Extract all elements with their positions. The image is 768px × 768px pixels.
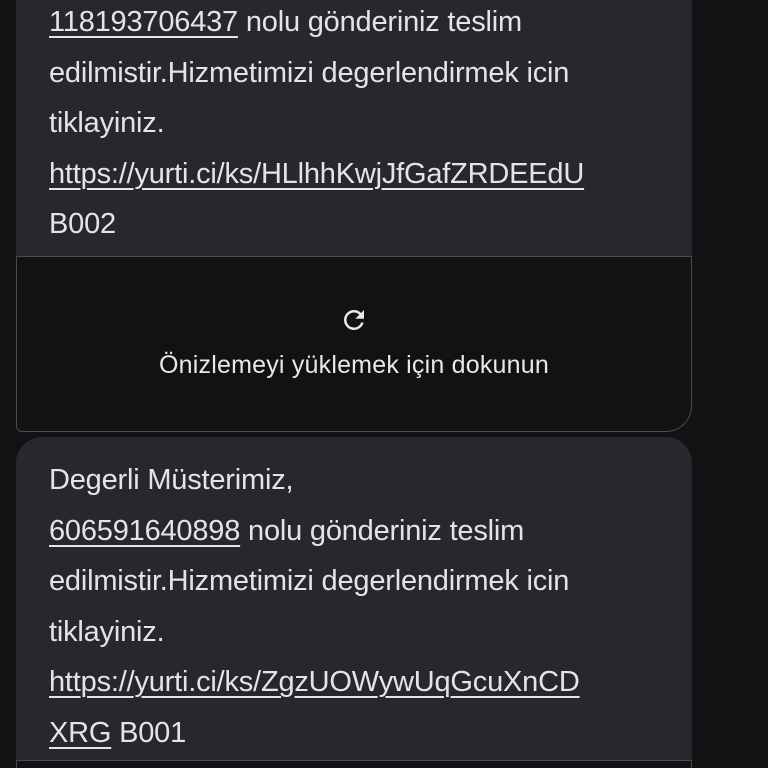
message-line: edilmistir.Hizmetimizi degerlendirmek ic… (49, 56, 570, 89)
refresh-icon (344, 310, 364, 330)
survey-url-link[interactable]: https://yurti.ci/ks/ZgzUOWywUqGcuXnCD (49, 666, 580, 698)
message-line-text: nolu gönderiniz teslim (240, 514, 525, 547)
scrollbar[interactable] (760, 0, 768, 768)
message-line: https://yurti.ci/ks/HLlhhKwjJfGafZRDEEdU (49, 149, 679, 200)
message-bubble[interactable]: Degerli Müsterimiz, 606591640898 nolu gö… (16, 437, 692, 768)
message-line: https://yurti.ci/ks/ZgzUOWywUqGcuXnCD (49, 657, 679, 708)
message-bubble[interactable]: 118193706437 nolu gönderiniz teslim edil… (16, 0, 692, 258)
message-line: B002 (49, 208, 116, 240)
message-thread: 118193706437 nolu gönderiniz teslim edil… (0, 0, 768, 768)
survey-url-link-continued[interactable]: XRG (49, 717, 111, 749)
message-line: tiklayiniz. (49, 107, 165, 139)
message-text: 118193706437 nolu gönderiniz teslim edil… (49, 0, 679, 250)
preview-load-label: Önizlemeyi yüklemek için dokunun (159, 351, 549, 379)
message-text: Degerli Müsterimiz, 606591640898 nolu gö… (49, 455, 679, 758)
message-line: XRG B001 (49, 708, 679, 759)
link-preview-card[interactable] (16, 760, 692, 768)
message-line-text: B001 (111, 716, 187, 749)
message-line: 118193706437 nolu gönderiniz teslim (49, 0, 679, 48)
tracking-number-link[interactable]: 118193706437 (49, 6, 238, 38)
message-line: tiklayiniz. (49, 615, 165, 648)
message-line: Degerli Müsterimiz, (49, 464, 294, 496)
survey-url-link[interactable]: https://yurti.ci/ks/HLlhhKwjJfGafZRDEEdU (49, 158, 584, 190)
message-line: 606591640898 nolu gönderiniz teslim (49, 506, 679, 557)
tracking-number-link[interactable]: 606591640898 (49, 515, 240, 547)
message-line: edilmistir.Hizmetimizi degerlendirmek ic… (49, 565, 570, 597)
message-line-text: nolu gönderiniz teslim (238, 6, 522, 38)
link-preview-card[interactable]: Önizlemeyi yüklemek için dokunun (16, 256, 692, 432)
